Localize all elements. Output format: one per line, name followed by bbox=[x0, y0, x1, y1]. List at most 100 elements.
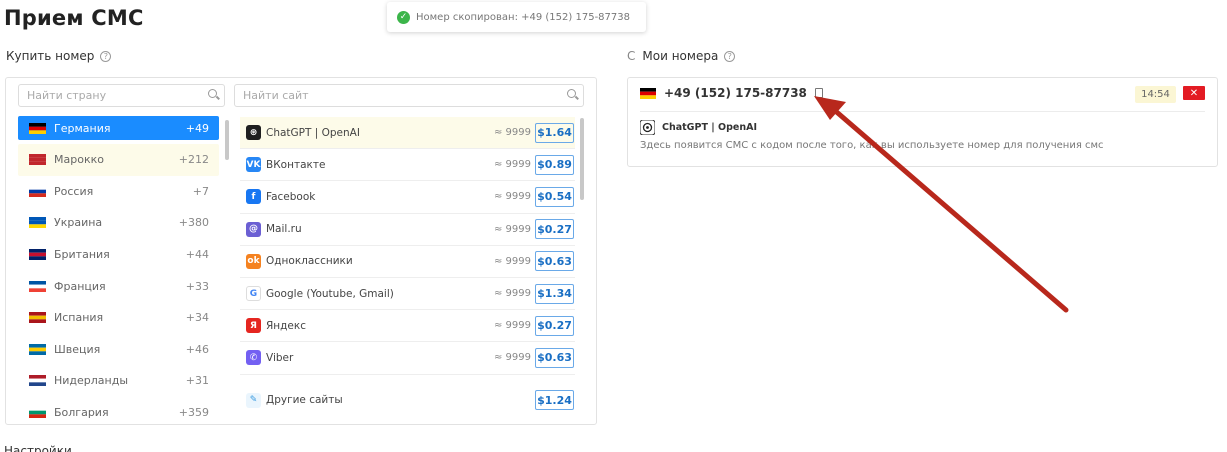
other-sites-row[interactable]: ✎ Другие сайты $1.24 bbox=[240, 385, 575, 415]
cancel-number-button[interactable]: ✕ bbox=[1183, 86, 1205, 100]
country-name: Болгария bbox=[54, 406, 109, 420]
site-name: Одноклассники bbox=[266, 255, 353, 268]
country-item[interactable]: Франция +33 bbox=[18, 270, 219, 302]
help-icon[interactable]: ? bbox=[100, 50, 112, 62]
country-item[interactable]: Швеция +46 bbox=[18, 334, 219, 366]
site-quantity: ≈ 9999 bbox=[493, 288, 531, 300]
country-name: Британия bbox=[54, 248, 110, 262]
price-button[interactable]: $1.34 bbox=[535, 283, 574, 304]
site-item[interactable]: G Google (Youtube, Gmail) ≈ 9999 $1.34 bbox=[240, 278, 575, 311]
country-name: Россия bbox=[54, 184, 94, 198]
price-button[interactable]: $0.63 bbox=[535, 251, 574, 272]
help-icon[interactable]: ? bbox=[724, 50, 736, 62]
country-code: +380 bbox=[178, 216, 209, 230]
odnoklassniki-icon: ok bbox=[246, 253, 261, 269]
country-code: +359 bbox=[178, 406, 209, 420]
site-quantity: ≈ 9999 bbox=[493, 352, 531, 364]
site-item[interactable]: Я Яндекс ≈ 9999 $0.27 bbox=[240, 310, 575, 343]
site-item[interactable]: @ Mail.ru ≈ 9999 $0.27 bbox=[240, 214, 575, 246]
site-search-input[interactable]: Найти сайт bbox=[234, 84, 584, 107]
my-number-card: +49 (152) 175-87738 14:54 ✕ ChatGPT | Op… bbox=[627, 77, 1218, 167]
divider bbox=[640, 111, 1205, 112]
vk-icon: VK bbox=[246, 157, 261, 173]
service-name: ChatGPT | OpenAI bbox=[662, 122, 757, 133]
country-item[interactable]: Украина +380 bbox=[18, 207, 219, 239]
site-item[interactable]: f Facebook ≈ 9999 $0.54 bbox=[240, 181, 575, 214]
country-name: Германия bbox=[54, 121, 111, 135]
site-item[interactable]: VK ВКонтакте ≈ 9999 $0.89 bbox=[240, 149, 575, 182]
country-search-input[interactable]: Найти страну bbox=[18, 84, 225, 107]
country-name: Испания bbox=[54, 311, 104, 325]
chatgpt-icon bbox=[640, 120, 655, 135]
site-item[interactable]: ⊛ ChatGPT | OpenAI ≈ 9999 $1.64 bbox=[240, 117, 575, 150]
country-code: +31 bbox=[185, 374, 209, 388]
country-item[interactable]: Нидерланды +31 bbox=[18, 365, 219, 397]
country-scrollbar[interactable] bbox=[225, 120, 229, 160]
country-name: Марокко bbox=[54, 153, 104, 167]
country-name: Франция bbox=[54, 279, 106, 293]
search-icon bbox=[208, 89, 217, 98]
buy-number-panel: Найти страну Найти сайт Германия +49 Марок… bbox=[5, 77, 597, 425]
site-item[interactable]: ✆ Viber ≈ 9999 $0.63 bbox=[240, 342, 575, 375]
price-button[interactable]: $0.54 bbox=[535, 186, 574, 207]
flag-icon bbox=[29, 217, 46, 229]
site-name: Facebook bbox=[266, 190, 316, 203]
germany-flag-icon bbox=[640, 87, 656, 99]
my-numbers-label: Мои номера bbox=[642, 49, 719, 63]
country-item[interactable]: Германия +49 bbox=[18, 116, 219, 140]
price-button[interactable]: $1.24 bbox=[535, 390, 574, 410]
country-code: +7 bbox=[192, 184, 209, 198]
phone-number: +49 (152) 175-87738 bbox=[664, 86, 807, 100]
country-code: +46 bbox=[185, 342, 209, 356]
country-code: +33 bbox=[185, 279, 209, 293]
price-button[interactable]: $0.89 bbox=[535, 154, 574, 175]
page-title: Прием СМС bbox=[4, 6, 144, 30]
refresh-icon[interactable]: C bbox=[627, 49, 635, 63]
my-numbers-heading: C Мои номера ? bbox=[627, 49, 736, 63]
price-button[interactable]: $0.27 bbox=[535, 315, 574, 336]
country-item[interactable]: Испания +34 bbox=[18, 302, 219, 334]
country-item[interactable]: Болгария +359 bbox=[18, 397, 219, 424]
buy-number-heading: Купить номер ? bbox=[6, 49, 112, 63]
country-list: Германия +49 Марокко +212 Россия +7 Украина +38… bbox=[18, 116, 219, 424]
site-quantity: ≈ 9999 bbox=[493, 191, 531, 203]
site-name: Viber bbox=[266, 351, 294, 364]
copied-toast: ✓ Номер скопирован: +49 (152) 175-87738 bbox=[387, 2, 646, 32]
site-scrollbar[interactable] bbox=[580, 118, 584, 200]
flag-icon bbox=[29, 375, 46, 387]
country-item[interactable]: Марокко +212 bbox=[18, 144, 219, 176]
site-quantity: ≈ 9999 bbox=[493, 255, 531, 267]
copy-icon[interactable] bbox=[814, 88, 823, 98]
country-item[interactable]: Россия +7 bbox=[18, 176, 219, 208]
site-quantity: ≈ 9999 bbox=[493, 223, 531, 235]
site-search-placeholder: Найти сайт bbox=[243, 89, 309, 102]
site-name: ВКонтакте bbox=[266, 158, 326, 171]
price-button[interactable]: $1.64 bbox=[535, 122, 574, 143]
google-icon: G bbox=[246, 286, 261, 302]
country-code: +44 bbox=[185, 248, 209, 262]
site-item[interactable]: ok Одноклассники ≈ 9999 $0.63 bbox=[240, 246, 575, 278]
site-quantity: ≈ 9999 bbox=[493, 320, 531, 332]
flag-icon bbox=[29, 312, 46, 324]
site-list: ⊛ ChatGPT | OpenAI ≈ 9999 $1.64 VK ВКонтакте ≈… bbox=[240, 117, 575, 375]
yandex-icon: Я bbox=[246, 318, 261, 334]
country-code: +49 bbox=[185, 121, 209, 135]
country-code: +212 bbox=[178, 153, 209, 167]
site-name: Google (Youtube, Gmail) bbox=[266, 287, 394, 300]
site-name: ChatGPT | OpenAI bbox=[266, 126, 360, 139]
other-sites-label: Другие сайты bbox=[266, 394, 343, 406]
flag-icon bbox=[29, 280, 46, 292]
check-icon: ✓ bbox=[397, 10, 410, 24]
sms-waiting-message: Здесь появится СМС с кодом после того, к… bbox=[640, 140, 1104, 151]
other-sites-icon: ✎ bbox=[246, 392, 261, 408]
flag-icon bbox=[29, 343, 46, 355]
country-name: Нидерланды bbox=[54, 374, 129, 388]
country-item[interactable]: Британия +44 bbox=[18, 239, 219, 271]
price-button[interactable]: $0.27 bbox=[535, 219, 574, 240]
settings-heading: Настройки bbox=[4, 444, 72, 452]
site-name: Mail.ru bbox=[266, 223, 302, 236]
chatgpt-icon: ⊛ bbox=[246, 125, 261, 141]
flag-icon bbox=[29, 249, 46, 261]
country-code: +34 bbox=[185, 311, 209, 325]
price-button[interactable]: $0.63 bbox=[535, 347, 574, 368]
